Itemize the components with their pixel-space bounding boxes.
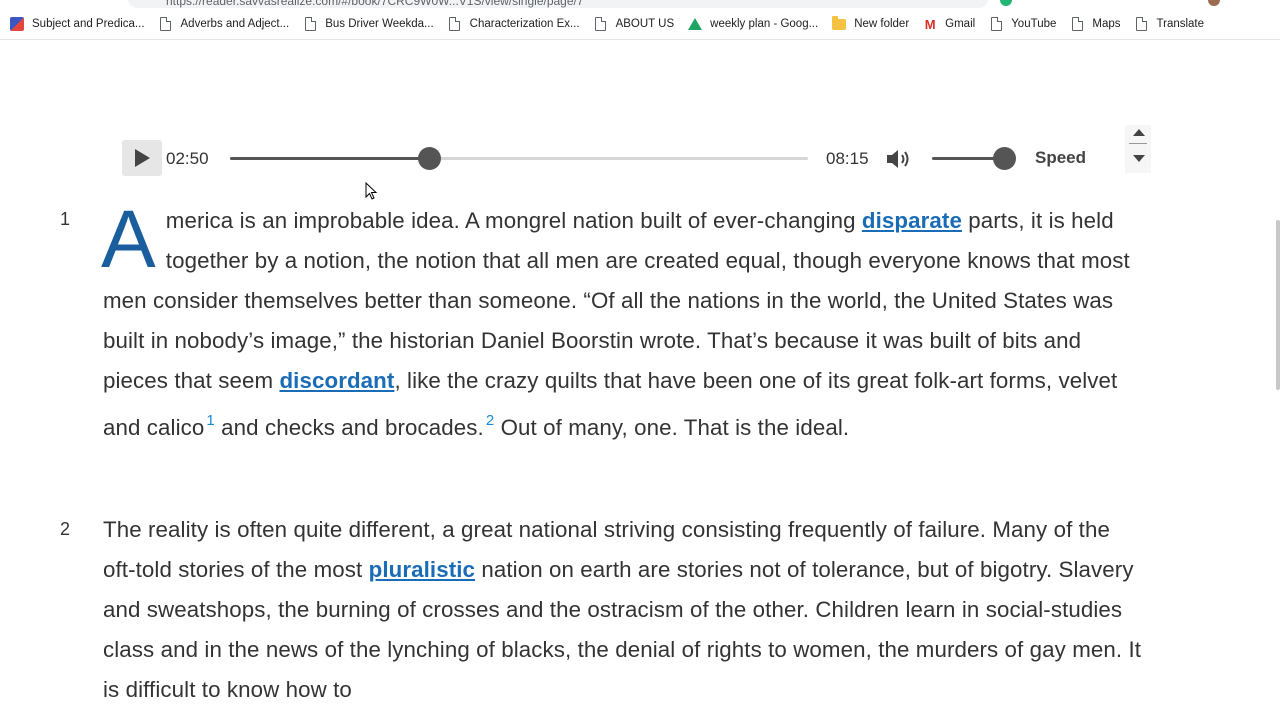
bookmark-item[interactable]: M Gmail (923, 16, 976, 32)
bookmark-label: Subject and Predica... (32, 18, 145, 30)
bookmark-label: Translate (1156, 18, 1205, 30)
text-run: and checks and brocades. (214, 415, 484, 440)
doc-icon (448, 17, 462, 31)
volume-icon[interactable] (885, 147, 913, 171)
speed-label[interactable]: Speed (1035, 148, 1086, 168)
audio-player: 02:50 08:15 Speed (122, 125, 1152, 178)
progress-slider[interactable] (230, 147, 808, 170)
browser-toolbar: https://reader.savvasrealize.com/#/book/… (0, 0, 1280, 9)
bookmark-label: Characterization Ex... (469, 18, 580, 30)
mouse-cursor-icon (365, 182, 378, 200)
bookmark-item[interactable]: New folder (832, 15, 910, 31)
doc-icon (1135, 17, 1149, 31)
bookmark-label: Maps (1092, 18, 1121, 30)
paragraph: A merica is an improbable idea. A mongre… (101, 194, 1148, 448)
vocabulary-link[interactable]: discordant (279, 368, 394, 393)
bookmark-item[interactable]: Bus Driver Weekda... (303, 17, 434, 31)
extension-icon[interactable] (1000, 0, 1012, 6)
paragraph-number: 1 (60, 209, 71, 229)
profile-avatar-icon[interactable] (1208, 0, 1220, 6)
volume-handle[interactable] (993, 147, 1016, 170)
drop-cap: A (101, 194, 156, 285)
paragraph-number: 2 (60, 519, 71, 539)
vocabulary-link[interactable]: disparate (862, 208, 962, 233)
footnote-link[interactable]: 1 (206, 412, 214, 429)
arrow-down-icon[interactable] (1133, 155, 1145, 162)
bookmark-item[interactable]: ABOUT US (594, 17, 675, 31)
doc-icon (303, 17, 317, 31)
bookmark-item[interactable]: Subject and Predica... (10, 17, 145, 31)
bookmark-label: weekly plan - Goog... (710, 18, 819, 30)
doc-icon (159, 17, 173, 31)
paragraph-text: merica is an improbable idea. A mongrel … (103, 208, 1130, 440)
bookmark-item[interactable]: Translate (1135, 17, 1205, 31)
bookmark-item[interactable]: Characterization Ex... (448, 17, 580, 31)
bookmark-item[interactable]: Maps (1070, 17, 1121, 31)
text-run: Out of many, one. That is the ideal. (494, 415, 850, 440)
paragraph-text: The reality is often quite different, a … (103, 517, 1141, 702)
app-icon (10, 17, 24, 31)
doc-icon (1070, 17, 1084, 31)
bookmark-label: Gmail (945, 18, 976, 30)
bookmark-label: YouTube (1011, 18, 1057, 30)
progress-fill (230, 157, 429, 160)
drive-icon (688, 17, 703, 31)
paragraph: The reality is often quite different, a … (103, 510, 1148, 710)
progress-handle[interactable] (417, 147, 441, 170)
bookmark-label: Adverbs and Adject... (180, 18, 290, 30)
folder-icon (832, 15, 847, 31)
volume-slider[interactable] (932, 147, 1016, 170)
scrollbar[interactable] (1276, 220, 1280, 390)
bookmark-item[interactable]: YouTube (989, 17, 1056, 31)
play-icon (135, 149, 150, 167)
total-time: 08:15 (826, 149, 869, 168)
play-button[interactable] (122, 140, 162, 176)
bookmark-item[interactable]: Adverbs and Adject... (159, 17, 290, 31)
text-run: parts, it is held together by a notion, … (103, 208, 1130, 393)
divider (1129, 143, 1147, 144)
vocabulary-link[interactable]: pluralistic (369, 557, 475, 582)
arrow-up-icon[interactable] (1133, 129, 1145, 136)
current-time: 02:50 (166, 149, 209, 168)
bookmark-label: Bus Driver Weekda... (325, 18, 434, 30)
speed-stepper[interactable] (1125, 125, 1151, 173)
text-run: merica is an improbable idea. A mongrel … (165, 208, 862, 233)
bookmark-item[interactable]: weekly plan - Goog... (688, 17, 818, 31)
url-text[interactable]: https://reader.savvasrealize.com/#/book/… (166, 0, 584, 8)
doc-icon (989, 17, 1003, 31)
gmail-icon: M (924, 16, 936, 32)
bookmarks-bar: Subject and Predica... Adverbs and Adject… (0, 9, 1280, 40)
bookmark-label: ABOUT US (615, 18, 675, 30)
bookmark-label: New folder (854, 18, 910, 30)
doc-icon (594, 17, 608, 31)
